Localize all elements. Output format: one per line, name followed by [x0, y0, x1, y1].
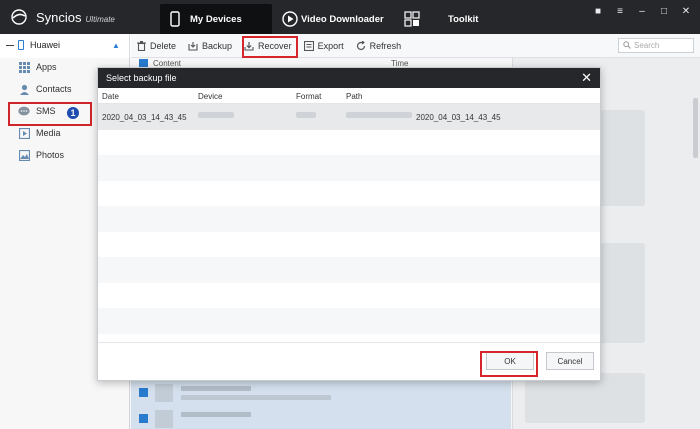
highlight-recover [242, 36, 298, 58]
maximize-icon[interactable]: □ [658, 6, 670, 17]
empty-row [98, 206, 600, 232]
tab-toolkit[interactable]: Toolkit [394, 4, 494, 34]
column-device: Device [198, 92, 223, 101]
empty-row [98, 308, 600, 334]
column-format: Format [296, 92, 322, 101]
cancel-button[interactable]: Cancel [546, 352, 594, 370]
collapse-icon[interactable] [6, 44, 14, 46]
backup-icon [188, 41, 198, 51]
export-button[interactable]: Export [303, 40, 344, 51]
backup-format [296, 112, 316, 118]
export-icon [303, 40, 314, 51]
device-name: Huawei [30, 40, 61, 50]
backup-path: 2020_04_03_14_43_45 [416, 113, 501, 122]
dialog-table-header: Date Device Format Path [98, 88, 600, 104]
refresh-button[interactable]: Refresh [356, 40, 402, 51]
device-phone-icon [18, 40, 24, 50]
window-controls: ■ ≡ – □ ✕ [592, 6, 692, 17]
toolbar: Delete Backup Recover Export Refresh Sea… [131, 34, 700, 58]
search-input[interactable]: Search [618, 38, 694, 53]
column-path: Path [346, 92, 363, 101]
tab-video-downloader-label: Video Downloader [301, 13, 384, 25]
backup-file-list: 2020_04_03_14_43_45 2020_04_03_14_43_45 [98, 104, 600, 344]
search-icon [623, 40, 631, 51]
syncios-logo-icon [11, 9, 27, 25]
empty-row [98, 181, 600, 207]
title-bar: Syncios Ultimate My Devices Video Downloa… [0, 0, 700, 34]
export-label: Export [317, 40, 344, 51]
minimize-icon[interactable]: – [636, 6, 648, 17]
backup-path-prefix [346, 112, 412, 118]
top-navigation: My Devices Video Downloader Toolkit [160, 4, 494, 34]
backup-button[interactable]: Backup [188, 41, 232, 51]
device-selector[interactable]: Huawei ▲ [0, 34, 129, 56]
play-circle-icon [282, 11, 298, 27]
tab-my-devices-label: My Devices [190, 13, 242, 25]
empty-row [98, 232, 600, 258]
phone-icon [170, 11, 180, 27]
empty-row [98, 130, 600, 156]
tab-toolkit-label: Toolkit [448, 13, 479, 25]
search-placeholder: Search [634, 41, 660, 50]
empty-row [98, 283, 600, 309]
backup-date: 2020_04_03_14_43_45 [102, 113, 187, 122]
dialog-close-icon[interactable]: ✕ [581, 71, 592, 84]
trash-icon [137, 40, 146, 51]
menu-icon[interactable]: ≡ [614, 6, 626, 17]
eject-icon[interactable]: ▲ [112, 41, 120, 50]
chat-icon[interactable]: ■ [592, 6, 604, 17]
select-backup-dialog: Select backup file ✕ Date Device Format … [97, 67, 601, 381]
backup-row[interactable]: 2020_04_03_14_43_45 2020_04_03_14_43_45 [98, 104, 600, 130]
app-edition: Ultimate [85, 15, 115, 24]
tab-my-devices[interactable]: My Devices [160, 4, 272, 34]
app-brand: Syncios Ultimate [36, 10, 115, 25]
close-icon[interactable]: ✕ [680, 6, 692, 17]
empty-row [98, 155, 600, 181]
column-date: Date [102, 92, 119, 101]
delete-button[interactable]: Delete [137, 40, 177, 51]
refresh-label: Refresh [369, 40, 402, 51]
backup-device [198, 112, 234, 118]
app-name: Syncios [36, 10, 82, 25]
dialog-title-bar: Select backup file ✕ [98, 68, 600, 88]
backup-label: Backup [202, 40, 233, 51]
refresh-icon [356, 40, 366, 51]
empty-row [98, 257, 600, 283]
highlight-ok [480, 351, 538, 377]
delete-label: Delete [150, 40, 177, 51]
tab-video-downloader[interactable]: Video Downloader [272, 4, 394, 34]
dialog-title: Select backup file [106, 73, 177, 83]
grid-icon [404, 11, 420, 27]
